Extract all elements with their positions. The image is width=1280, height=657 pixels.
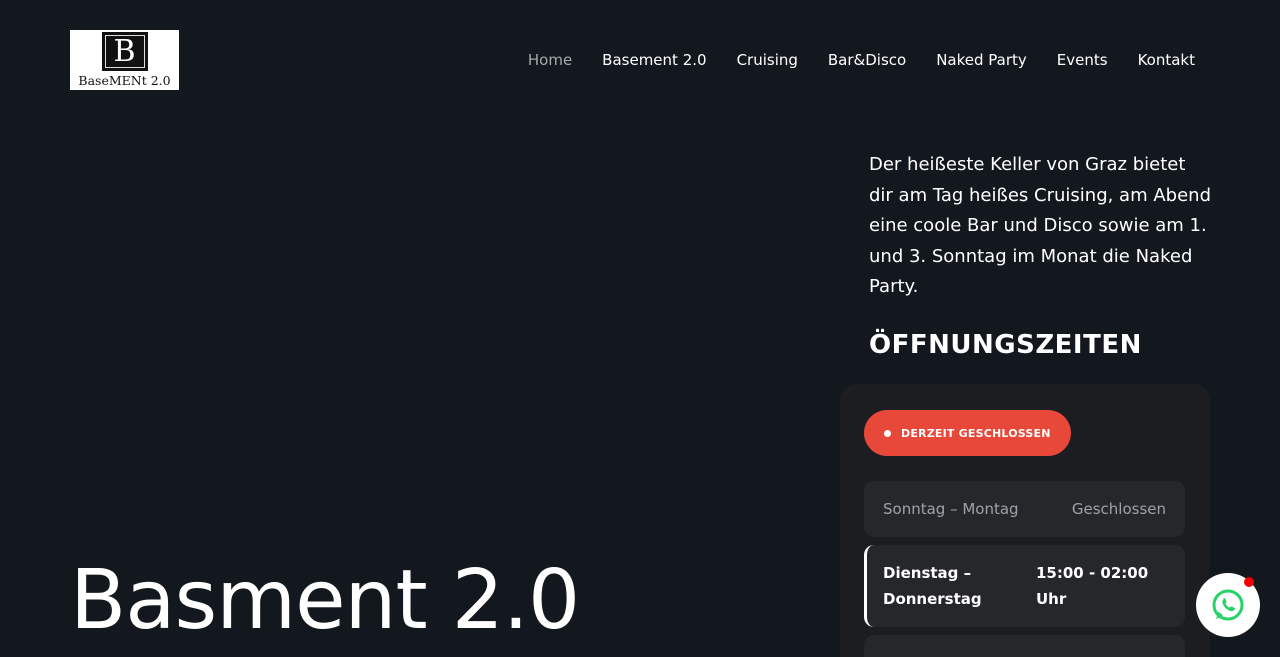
nav-item-events[interactable]: Events (1042, 49, 1123, 71)
main-nav: Home Basement 2.0 Cruising Bar&Disco Nak… (513, 49, 1210, 71)
nav-item-cruising[interactable]: Cruising (722, 49, 813, 71)
opening-hours-card: DERZEIT GESCHLOSSEN Sonntag – Montag Ges… (840, 384, 1210, 657)
site-logo[interactable]: B BaseMENt 2.0 (70, 30, 179, 90)
notification-dot (1244, 577, 1254, 587)
nav-item-kontakt[interactable]: Kontakt (1123, 49, 1210, 71)
whatsapp-button[interactable] (1196, 573, 1260, 637)
hours-row-time: Geschlossen (1071, 500, 1166, 518)
intro-text: Der heißeste Keller von Graz bietet dir … (869, 154, 1211, 297)
nav-item-bar-disco[interactable]: Bar&Disco (813, 49, 921, 71)
whatsapp-icon (1212, 589, 1244, 621)
hours-row-time: 15:00 - 02:00 Uhr (1036, 564, 1149, 608)
status-label: DERZEIT GESCHLOSSEN (901, 426, 1051, 440)
logo-mark: B (101, 32, 148, 71)
hours-row-day: Sonntag – Montag (883, 500, 1019, 518)
hours-row: Sonntag – Montag Geschlossen (864, 481, 1185, 537)
opening-hours-heading: ÖFFNUNGSZEITEN (869, 330, 1142, 360)
hours-row-day: Dienstag – Donnerstag (883, 564, 982, 608)
hours-row-current: Dienstag – Donnerstag 15:00 - 02:00 Uhr (864, 545, 1185, 627)
logo-letter: B (104, 35, 145, 68)
status-dot-icon (884, 429, 891, 437)
nav-item-home[interactable]: Home (513, 49, 587, 71)
nav-item-naked-party[interactable]: Naked Party (921, 49, 1042, 71)
logo-text: BaseMENt 2.0 (78, 73, 171, 88)
status-badge: DERZEIT GESCHLOSSEN (864, 410, 1071, 456)
nav-item-basement[interactable]: Basement 2.0 (587, 49, 721, 71)
hero-title: Basment 2.0 (70, 553, 580, 648)
hours-row (864, 635, 1185, 657)
